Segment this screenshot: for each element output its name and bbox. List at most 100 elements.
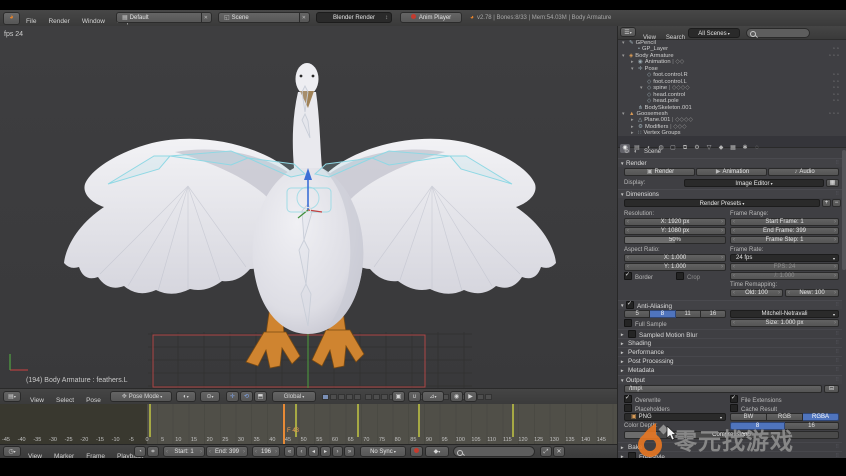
layer-toggle[interactable] (322, 394, 329, 400)
next-keyframe-button[interactable]: › (332, 446, 343, 457)
outliner-filter-selector[interactable]: All Scenes ▾ (688, 28, 740, 38)
placeholders-check-icon[interactable] (624, 404, 632, 412)
keyframe-marker[interactable] (418, 404, 420, 437)
border-check-icon[interactable] (624, 272, 632, 280)
display-mode-selector[interactable]: Image Editor ▾ (684, 179, 824, 187)
output-path-field[interactable]: /tmp\ (624, 385, 822, 393)
panel-header-metadata[interactable]: ►Metadata⠿ (618, 365, 842, 374)
close-layout-icon[interactable]: ✕ (201, 13, 210, 23)
render-audio-button[interactable]: ♪Audio (768, 168, 839, 176)
start-frame-field[interactable]: Start: 1 (163, 446, 205, 457)
properties-scrollbar[interactable] (842, 150, 846, 270)
display-screen-icon[interactable]: ▦ (826, 179, 839, 187)
panel-header-output[interactable]: ▼Output⠿ (618, 375, 842, 384)
render-animation-button[interactable]: ▶Animation (696, 168, 767, 176)
aa-filter-selector[interactable]: Mitchell-Netravali▾ (730, 310, 839, 318)
panel-header-performance[interactable]: ►Performance⠿ (618, 347, 842, 356)
manipulator-rotate-icon[interactable]: ⟲ (240, 391, 253, 402)
remove-preset-button[interactable]: − (832, 199, 841, 207)
fps-field[interactable]: FPS: 24 (730, 263, 839, 271)
resolution-percentage-slider[interactable]: 50% (624, 236, 726, 244)
orientation-selector[interactable]: Global ▾ (272, 391, 316, 402)
anim-player-button[interactable]: Anim Player (400, 12, 462, 23)
play-reverse-button[interactable]: ◂ (308, 446, 319, 457)
keying-search-input[interactable] (453, 446, 535, 457)
snap-magnet-icon[interactable]: ∪ (408, 391, 421, 402)
screen-layout-selector[interactable]: ▦Default ✕ (116, 12, 212, 23)
keyframe-marker[interactable] (357, 404, 359, 437)
file-browse-button[interactable]: ⊟ (824, 385, 839, 393)
render-button[interactable]: ▣Render (624, 168, 695, 176)
aspect-y-field[interactable]: Y: 1.000 (624, 263, 726, 271)
manipulator-scale-icon[interactable]: ⬒ (254, 391, 267, 402)
frame-locks-icon[interactable]: ⌗ (147, 446, 159, 457)
pivot-selector[interactable]: ⊙▾ (200, 391, 220, 402)
shading-selector[interactable]: ◐▾ (176, 391, 196, 402)
timeline-editor-type-icon[interactable]: ◷▾ (3, 446, 21, 457)
jump-end-button[interactable]: » (344, 446, 355, 457)
blender-logo-icon[interactable]: ◕ (3, 12, 20, 25)
scene-selector[interactable]: ◱Scene ✕ (218, 12, 310, 23)
samples-option-8[interactable]: 8 (650, 310, 675, 318)
keyframe-marker[interactable] (512, 404, 514, 437)
aspect-x-field[interactable]: X: 1.000 (624, 254, 726, 262)
3d-viewport[interactable]: fps 24 (194) Body Armature : feathers.L (0, 26, 617, 388)
jump-start-button[interactable]: « (284, 446, 295, 457)
fps-base-field[interactable]: /: 1.000 (730, 272, 839, 280)
layer-toggle[interactable] (346, 394, 353, 400)
outliner-editor-type-icon[interactable]: ☰▾ (620, 27, 636, 37)
samples-option-16[interactable]: 16 (701, 310, 726, 318)
layer-toggle[interactable] (381, 394, 388, 400)
aa-size-field[interactable]: Size: 1.000 px (730, 319, 839, 327)
overwrite-check-icon[interactable] (624, 395, 632, 403)
full-sample-check-icon[interactable] (624, 319, 632, 327)
panel-header-render[interactable]: ▼Render⠿ (618, 158, 842, 167)
frame-step-field[interactable]: Frame Step: 1 (730, 236, 839, 244)
panel-header-sampled-motion-blur[interactable]: ►Sampled Motion Blur⠿ (618, 329, 842, 338)
add-preset-button[interactable]: + (822, 199, 831, 207)
fps-preset-selector[interactable]: 24 fps▾ (730, 254, 839, 262)
layer-toggle[interactable] (477, 394, 484, 400)
insert-keyframe-icon[interactable]: ⤢ (540, 446, 552, 457)
resolution-y-field[interactable]: Y: 1080 px (624, 227, 726, 235)
current-frame-field[interactable]: 196 (252, 446, 280, 457)
opengl-render-anim-icon[interactable]: ▶ (464, 391, 477, 402)
render-engine-selector[interactable]: Blender Render (316, 12, 392, 23)
end-frame-field[interactable]: End: 399 (206, 446, 248, 457)
resolution-x-field[interactable]: X: 1920 px (624, 218, 726, 226)
samples-option-5[interactable]: 5 (624, 310, 650, 318)
panel-header-dimensions[interactable]: ▼Dimensions⠿ (618, 189, 842, 198)
panel-header-anti-aliasing[interactable]: ▼Anti-Aliasing⠿ (618, 300, 842, 309)
keyframe-marker[interactable] (149, 404, 151, 437)
opengl-render-icon[interactable]: ◉ (450, 391, 463, 402)
close-scene-icon[interactable]: ✕ (299, 13, 308, 23)
end-frame-field[interactable]: End Frame: 399 (730, 227, 839, 235)
remap-new-field[interactable]: New: 100 (785, 289, 839, 297)
layer-toggle[interactable] (354, 394, 361, 400)
manipulator-translate-icon[interactable]: ✛ (226, 391, 239, 402)
lock-icon[interactable]: ▣ (392, 391, 405, 402)
play-button[interactable]: ▸ (320, 446, 331, 457)
mode-selector[interactable]: ✥Pose Mode ▾ (110, 391, 172, 402)
timeline-editor[interactable]: F 43 -45-40-35-30-25-20-15-10-5051015202… (0, 404, 617, 445)
render-presets-selector[interactable]: Render Presets ▾ (624, 199, 820, 207)
samples-option-11[interactable]: 11 (676, 310, 701, 318)
preview-range-icon[interactable]: ◔ (134, 446, 146, 457)
autokey-record-button[interactable] (410, 446, 423, 457)
layer-toggle[interactable] (373, 394, 380, 400)
delete-keyframe-icon[interactable]: ✕ (553, 446, 565, 457)
crop-check-icon[interactable] (676, 272, 684, 280)
layer-toggle[interactable] (485, 394, 492, 400)
start-frame-field[interactable]: Start Frame: 1 (730, 218, 839, 226)
full-sample-checkbox[interactable]: Full Sample (624, 319, 667, 329)
layer-toggle[interactable] (330, 394, 337, 400)
cache-check-icon[interactable] (730, 404, 738, 412)
panel-header-post-processing[interactable]: ►Post Processing⠿ (618, 356, 842, 365)
layer-toggle[interactable] (365, 394, 372, 400)
remap-old-field[interactable]: Old: 100 (730, 289, 783, 297)
panel-header-shading[interactable]: ►Shading⠿ (618, 338, 842, 347)
prev-keyframe-button[interactable]: ‹ (296, 446, 307, 457)
extensions-check-icon[interactable] (730, 395, 738, 403)
outliner-search-input[interactable] (746, 28, 810, 38)
layer-toggle[interactable] (338, 394, 345, 400)
